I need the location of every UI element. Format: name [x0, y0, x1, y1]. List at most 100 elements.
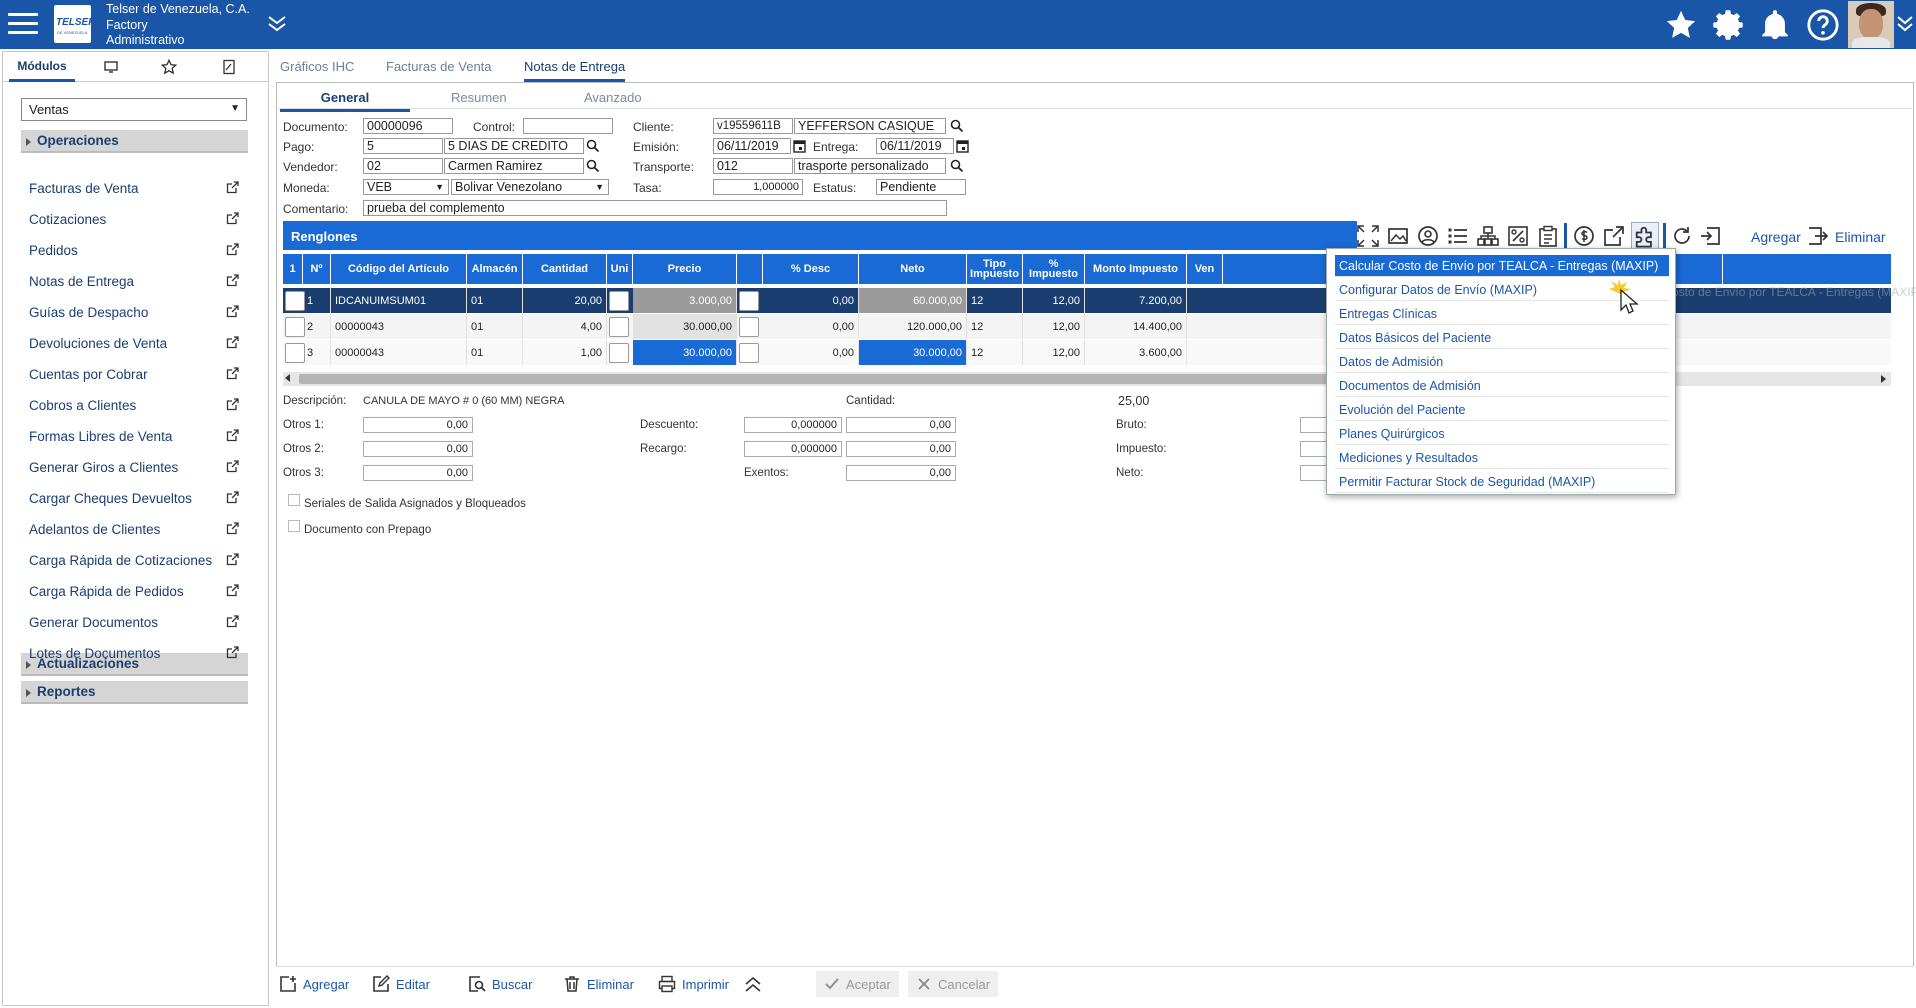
sidebar-item[interactable]: Carga Rápida de Cotizaciones — [21, 548, 245, 572]
sidebar-item[interactable]: Cotizaciones — [21, 207, 245, 231]
external-link-icon[interactable] — [226, 553, 239, 566]
external-link-icon[interactable] — [226, 584, 239, 597]
agregar-row-button[interactable]: Agregar — [1751, 229, 1801, 245]
sidebar-item[interactable]: Lotes de Documentos — [21, 641, 245, 665]
table-cell[interactable]: 20,00 — [523, 288, 607, 313]
refresh-icon[interactable] — [1671, 225, 1693, 247]
table-cell[interactable]: 4,00 — [523, 314, 607, 339]
delete-row-icon[interactable] — [1807, 225, 1829, 247]
sidebar-item[interactable]: Notas de Entrega — [21, 269, 245, 293]
table-cell[interactable]: 00000043 — [331, 340, 467, 365]
comentario-input[interactable]: prueba del complemento — [363, 200, 947, 216]
agregar-button[interactable]: Agregar — [279, 974, 349, 994]
grid-column-header[interactable]: Precio — [633, 254, 737, 284]
sidebar-item[interactable]: Generar Documentos — [21, 610, 245, 634]
bell-notification-icon[interactable] — [1758, 8, 1792, 42]
row-checkbox[interactable] — [739, 317, 759, 337]
clipboard-icon[interactable] — [1537, 225, 1559, 247]
tab-modulos[interactable]: Módulos — [9, 52, 75, 82]
recargo-input[interactable]: 0,00 — [846, 441, 956, 457]
otros2-input[interactable]: 0,00 — [363, 441, 473, 457]
pago-code-input[interactable]: 5 — [363, 138, 443, 154]
external-link-icon[interactable] — [226, 367, 239, 380]
calendar-icon[interactable] — [793, 139, 807, 153]
table-cell[interactable]: 01 — [467, 314, 523, 339]
tab-notas-de-entrega[interactable]: Notas de Entrega — [524, 59, 626, 82]
descuento-pct-input[interactable]: 0,000000 — [744, 417, 842, 433]
monitor-icon[interactable] — [93, 52, 129, 82]
tasa-input[interactable]: 1,000000 — [713, 179, 803, 195]
section-operaciones[interactable]: Operaciones — [21, 130, 248, 153]
help-question-icon[interactable] — [1806, 8, 1840, 42]
context-menu-item[interactable]: Documentos de Admisión — [1335, 375, 1669, 397]
scroll-right-arrow-icon[interactable] — [1881, 375, 1886, 383]
otros1-input[interactable]: 0,00 — [363, 417, 473, 433]
exentos-input[interactable]: 0,00 — [846, 465, 956, 481]
table-cell[interactable]: 0,00 — [763, 340, 859, 365]
sidebar-item[interactable]: Devoluciones de Venta — [21, 331, 245, 355]
buscar-button[interactable]: Buscar — [468, 974, 532, 994]
sidebar-item[interactable]: Carga Rápida de Pedidos — [21, 579, 245, 603]
tab-graficos-ihc[interactable]: Gráficos IHC — [280, 59, 354, 74]
external-link-icon[interactable] — [226, 460, 239, 473]
emision-date-input[interactable]: 06/11/2019 — [713, 138, 791, 154]
sidebar-item[interactable]: Formas Libres de Venta — [21, 424, 245, 448]
external-link-icon[interactable] — [1603, 225, 1625, 247]
grid-column-header[interactable] — [737, 254, 763, 284]
external-link-icon[interactable] — [226, 274, 239, 287]
documento-input[interactable]: 00000096 — [363, 118, 453, 134]
grid-column-header[interactable]: % Desc — [763, 254, 859, 284]
eliminar-button[interactable]: Eliminar — [563, 974, 634, 994]
pago-name-input[interactable]: 5 DIAS DE CREDITO — [444, 138, 584, 154]
editar-button[interactable]: Editar — [372, 974, 430, 994]
row-checkbox[interactable] — [609, 291, 629, 311]
row-checkbox[interactable] — [609, 317, 629, 337]
grid-column-header[interactable]: Monto Impuesto — [1085, 254, 1187, 284]
row-checkbox[interactable] — [739, 291, 759, 311]
control-input[interactable] — [523, 118, 613, 134]
row-checkbox[interactable] — [609, 343, 629, 363]
table-cell[interactable]: 0,00 — [763, 314, 859, 339]
sidebar-item[interactable]: Guías de Despacho — [21, 300, 245, 324]
otros3-input[interactable]: 0,00 — [363, 465, 473, 481]
table-cell[interactable]: 12,00 — [1023, 314, 1085, 339]
imprimir-button[interactable]: Imprimir — [658, 974, 729, 994]
context-menu-item[interactable]: Planes Quirúrgicos — [1335, 423, 1669, 445]
moneda-code-select[interactable]: VEB ▼ — [363, 179, 449, 195]
calendar-icon[interactable] — [956, 139, 970, 153]
prepago-checkbox[interactable] — [288, 520, 300, 532]
grid-column-header[interactable]: Neto — [859, 254, 967, 284]
external-link-icon[interactable] — [226, 398, 239, 411]
external-link-icon[interactable] — [226, 429, 239, 442]
entrega-date-input[interactable]: 06/11/2019 — [876, 138, 954, 154]
grid-column-header[interactable]: Tipo Impuesto — [967, 254, 1023, 284]
module-select[interactable]: Ventas ▼ — [21, 98, 247, 121]
table-cell[interactable]: 01 — [467, 340, 523, 365]
search-icon[interactable] — [586, 159, 600, 173]
grid-column-header[interactable]: Nº — [303, 254, 331, 284]
table-cell[interactable]: 0,00 — [763, 288, 859, 313]
table-cell[interactable]: 12 — [967, 340, 1023, 365]
grid-column-header[interactable]: Código del Artículo — [331, 254, 467, 284]
grid-column-header[interactable]: 1 — [283, 254, 303, 284]
cliente-code-input[interactable]: v19559611B — [713, 118, 793, 134]
table-cell[interactable]: 30.000,00 — [633, 340, 737, 365]
hierarchy-icon[interactable] — [1477, 225, 1499, 247]
context-menu-item[interactable]: Datos de Admisión — [1335, 351, 1669, 373]
row-checkbox[interactable] — [285, 291, 305, 311]
context-menu-item[interactable]: Calcular Costo de Envío por TEALCA - Ent… — [1335, 255, 1669, 277]
table-cell[interactable]: 3.000,00 — [633, 288, 737, 313]
gear-icon[interactable] — [1711, 8, 1745, 42]
search-icon[interactable] — [586, 139, 600, 153]
user-circle-icon[interactable] — [1417, 225, 1439, 247]
grid-column-header[interactable]: Cantidad — [523, 254, 607, 284]
grid-column-header[interactable]: Uni — [607, 254, 633, 284]
sidebar-item[interactable]: Cuentas por Cobrar — [21, 362, 245, 386]
table-cell[interactable]: 12,00 — [1023, 340, 1085, 365]
subtab-resumen[interactable]: Resumen — [451, 90, 507, 105]
vendedor-name-input[interactable]: Carmen Ramirez — [444, 158, 584, 174]
table-cell[interactable]: 7.200,00 — [1085, 288, 1187, 313]
table-cell[interactable]: 120.000,00 — [859, 314, 967, 339]
star-icon[interactable] — [151, 52, 187, 82]
aceptar-button[interactable]: Aceptar — [816, 971, 899, 997]
